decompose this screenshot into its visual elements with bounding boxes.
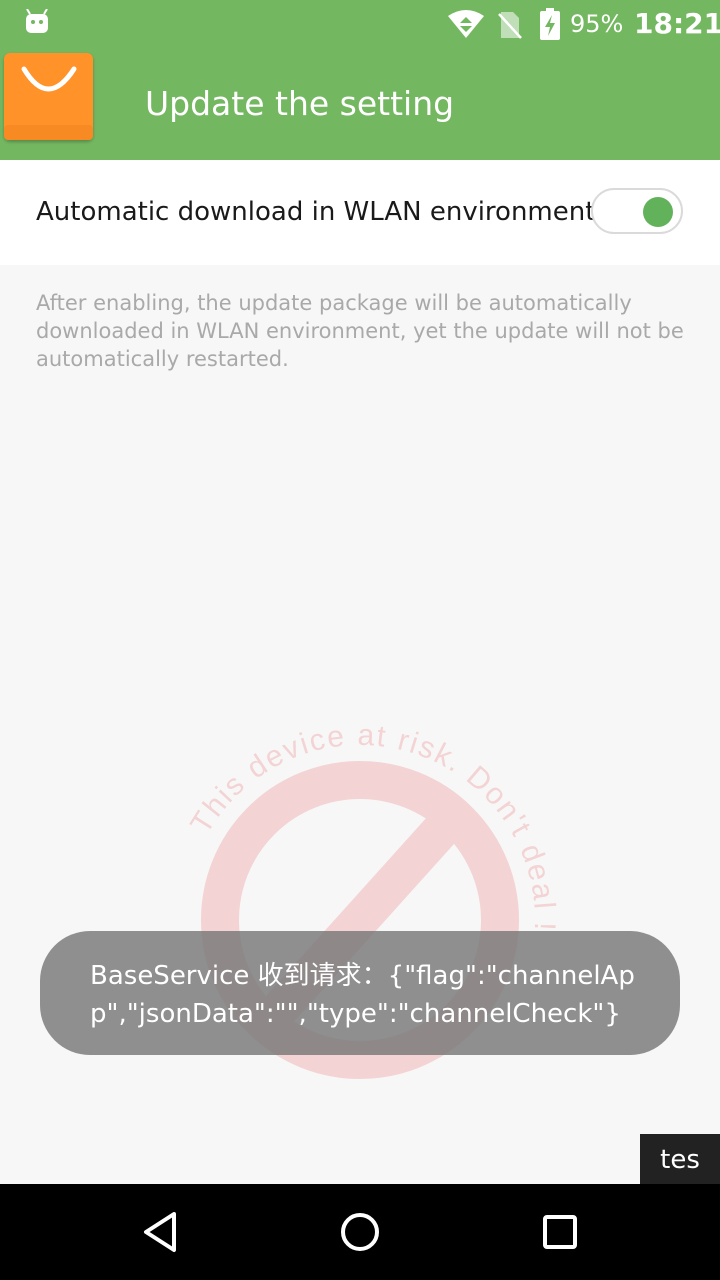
corner-label: tes <box>640 1134 720 1184</box>
battery-percent: 95% <box>570 10 624 38</box>
clock-time: 18:21 <box>634 7 720 40</box>
prohibited-icon: This device at risk. Don't deal ! <box>184 719 561 1079</box>
app-bar: Update the setting <box>0 50 720 160</box>
home-icon[interactable] <box>334 1206 386 1258</box>
auto-download-toggle[interactable] <box>591 188 683 234</box>
back-icon[interactable] <box>134 1206 186 1258</box>
toggle-knob <box>643 197 673 227</box>
watermark-text: This device at risk. Don't deal ! <box>184 719 561 933</box>
wifi-icon <box>448 10 484 38</box>
android-debug-icon <box>26 9 48 33</box>
navigation-bar <box>0 1184 720 1280</box>
recents-icon[interactable] <box>534 1206 586 1258</box>
battery-charging-icon <box>540 8 560 40</box>
setting-label: Automatic download in WLAN environment <box>36 197 596 227</box>
setting-description: After enabling, the update package will … <box>36 291 684 371</box>
toast-message: BaseService 收到请求：{"flag":"channelApp","j… <box>40 931 680 1055</box>
page-title: Update the setting <box>145 84 455 123</box>
setting-row-auto-download[interactable]: Automatic download in WLAN environment <box>0 160 720 265</box>
shopping-bag-icon[interactable] <box>4 53 93 140</box>
status-bar: 95% 18:21 <box>0 0 720 50</box>
no-sim-icon <box>498 12 522 39</box>
